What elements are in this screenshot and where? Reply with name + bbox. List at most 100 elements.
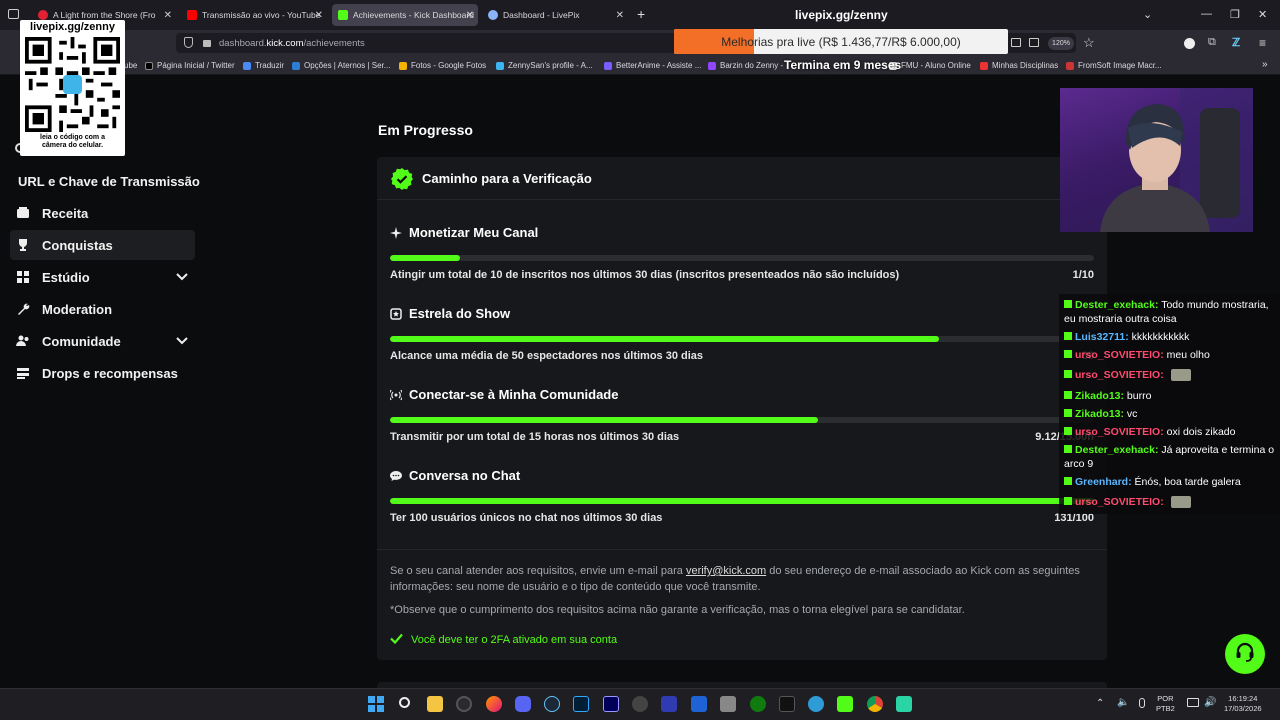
photo-app-icon[interactable] bbox=[720, 696, 736, 712]
shield-icon[interactable] bbox=[184, 37, 193, 48]
microphone-icon[interactable] bbox=[1139, 698, 1145, 708]
sidebar-item-receita[interactable]: Receita bbox=[10, 198, 195, 228]
network-icon[interactable] bbox=[1187, 698, 1199, 707]
bookmark-fromsoft[interactable]: FromSoft Image Macr... bbox=[1066, 61, 1162, 70]
anilist-icon bbox=[496, 61, 504, 70]
audio-app-icon[interactable] bbox=[896, 696, 912, 712]
speaker-icon[interactable]: 🔈 bbox=[1117, 697, 1129, 708]
window-close-icon[interactable]: ✕ bbox=[1258, 8, 1267, 21]
menu-icon[interactable]: ≡ bbox=[1259, 36, 1266, 50]
search-icon[interactable] bbox=[399, 697, 410, 708]
chevron-down-icon[interactable] bbox=[175, 334, 189, 349]
photoshop-icon[interactable] bbox=[573, 696, 589, 712]
steam-icon[interactable] bbox=[544, 696, 560, 712]
bookmark-star-icon[interactable]: ☆ bbox=[1083, 35, 1095, 51]
extension-icon[interactable]: ℤ bbox=[1232, 36, 1240, 49]
extensions-icon[interactable]: ⧉ bbox=[1208, 36, 1216, 49]
obs-icon[interactable] bbox=[456, 696, 472, 712]
chat-username[interactable]: Dester_exehack: bbox=[1075, 299, 1158, 311]
verify-email-link[interactable]: verify@kick.com bbox=[686, 565, 766, 577]
zoom-level[interactable]: 120% bbox=[1048, 37, 1074, 50]
bookmark-item[interactable]: ube bbox=[124, 61, 137, 70]
lock-icon[interactable] bbox=[203, 40, 211, 47]
bookmark-barzin[interactable]: Barzin do Zenny - bbox=[708, 61, 783, 70]
chat-text bbox=[1164, 369, 1167, 381]
screenshot-icon[interactable] bbox=[1029, 38, 1039, 47]
close-icon[interactable]: ✕ bbox=[616, 10, 624, 21]
sidebar-item-comunidade[interactable]: Comunidade bbox=[10, 326, 195, 356]
file-explorer-icon[interactable] bbox=[427, 696, 443, 712]
language-indicator[interactable]: POR PTB2 bbox=[1156, 694, 1175, 714]
sidebar-item-estudio[interactable]: Estúdio bbox=[10, 262, 195, 292]
chat-text: vc bbox=[1124, 408, 1138, 420]
donation-goal-bar: Melhorias pra live (R$ 1.436,77/R$ 6.000… bbox=[674, 29, 1008, 54]
firefox-icon[interactable] bbox=[486, 696, 502, 712]
close-icon[interactable]: ✕ bbox=[164, 10, 172, 21]
kick-app-icon[interactable] bbox=[837, 696, 853, 712]
tray-chevron-icon[interactable]: ⌃ bbox=[1096, 698, 1104, 709]
tab-livepix[interactable]: Dashboard - LivePix ✕ bbox=[482, 4, 628, 26]
chat-username[interactable]: Zikado13: bbox=[1075, 408, 1124, 420]
achievement-description: Atingir um total de 10 de inscritos nos … bbox=[390, 269, 900, 281]
minimize-icon[interactable]: — bbox=[1201, 8, 1212, 20]
account-icon[interactable] bbox=[1184, 38, 1195, 49]
bookmark-google-photos[interactable]: Fotos - Google Fotos bbox=[399, 61, 486, 70]
sidebar-item-moderation[interactable]: Moderation bbox=[10, 294, 195, 324]
chat-message: Luis32711: kkkkkkkkkkk bbox=[1064, 330, 1276, 344]
chrome-icon[interactable] bbox=[867, 696, 883, 712]
chevron-down-icon[interactable] bbox=[175, 270, 189, 285]
media-app-icon[interactable] bbox=[632, 696, 648, 712]
bookmark-fmu[interactable]: FMU - Aluno Online bbox=[889, 61, 971, 70]
terminal-icon[interactable] bbox=[779, 696, 795, 712]
chat-username[interactable]: urso_SOVIETEIO: bbox=[1075, 496, 1164, 508]
card-header: Caminho para a Verificação bbox=[377, 157, 1107, 200]
xbox-icon[interactable] bbox=[750, 696, 766, 712]
chat-text: meu olho bbox=[1163, 349, 1210, 361]
new-tab-icon[interactable]: + bbox=[637, 6, 645, 22]
wrench-icon bbox=[16, 302, 30, 316]
support-chat-button[interactable] bbox=[1225, 634, 1265, 674]
tab-kick-achievements[interactable]: Achievements - Kick Dashboard ✕ bbox=[332, 4, 478, 26]
tab-title: Achievements - Kick Dashboard bbox=[353, 10, 474, 20]
sidebar-item-drops[interactable]: Drops e recompensas bbox=[10, 358, 195, 388]
bookmark-twitter[interactable]: Página Inicial / Twitter bbox=[145, 61, 235, 70]
windows-start-icon[interactable] bbox=[368, 696, 384, 712]
sidebar-item-conquistas[interactable]: Conquistas bbox=[10, 230, 195, 260]
chat-message: urso_SOVIETEIO: bbox=[1064, 495, 1276, 509]
sparkle-icon bbox=[390, 226, 404, 240]
chat-message: Dester_exehack: Todo mundo mostraria, eu… bbox=[1064, 298, 1276, 326]
close-icon[interactable]: ✕ bbox=[315, 10, 323, 21]
bookmark-translate[interactable]: Traduzir bbox=[243, 61, 284, 70]
sidebar-item-stream-key[interactable]: URL e Chave de Transmissão bbox=[18, 166, 205, 196]
bookmarks-overflow-icon[interactable]: » bbox=[1262, 59, 1268, 70]
video-player-icon[interactable] bbox=[661, 696, 677, 712]
chat-username[interactable]: urso_SOVIETEIO: bbox=[1075, 349, 1164, 361]
chat-username[interactable]: Luis32711: bbox=[1075, 331, 1129, 343]
premiere-icon[interactable] bbox=[603, 696, 619, 712]
progress-fill bbox=[390, 336, 940, 342]
browser-icon[interactable] bbox=[808, 696, 824, 712]
close-icon[interactable]: ✕ bbox=[466, 10, 474, 21]
tab-youtube[interactable]: Transmissão ao vivo - YouTube ✕ bbox=[181, 4, 327, 26]
tab-list-icon[interactable] bbox=[8, 9, 19, 19]
volume-icon[interactable]: 🔊 bbox=[1204, 697, 1216, 708]
reader-icon[interactable] bbox=[1011, 38, 1021, 47]
bookmark-anilist[interactable]: ZennySan's profile - A... bbox=[496, 61, 593, 70]
capture-app-icon[interactable] bbox=[691, 696, 707, 712]
bookmark-betteranime[interactable]: BetterAnime - Assiste ... bbox=[604, 61, 701, 70]
chat-username[interactable]: Greenhard: bbox=[1075, 476, 1132, 488]
chat-username[interactable]: urso_SOVIETEIO: bbox=[1075, 426, 1164, 438]
chat-username[interactable]: Dester_exehack: bbox=[1075, 444, 1158, 456]
bookmark-aternos[interactable]: Opções | Aternos | Ser... bbox=[292, 61, 390, 70]
webcam-overlay bbox=[1060, 88, 1253, 232]
achievement-description: Alcance uma média de 50 espectadores nos… bbox=[390, 350, 704, 362]
disciplinas-icon bbox=[980, 61, 988, 70]
tab-overflow-icon[interactable]: ⌄ bbox=[1143, 8, 1152, 21]
system-clock[interactable]: 16:19:24 17/03/2026 bbox=[1224, 694, 1262, 714]
url-text[interactable]: dashboard.kick.com/achievements bbox=[219, 38, 365, 49]
bookmark-disciplinas[interactable]: Minhas Disciplinas bbox=[980, 61, 1058, 70]
chat-username[interactable]: urso_SOVIETEIO: bbox=[1075, 369, 1164, 381]
discord-icon[interactable] bbox=[515, 696, 531, 712]
chat-username[interactable]: Zikado13: bbox=[1075, 390, 1124, 402]
maximize-icon[interactable]: ❐ bbox=[1230, 8, 1240, 21]
